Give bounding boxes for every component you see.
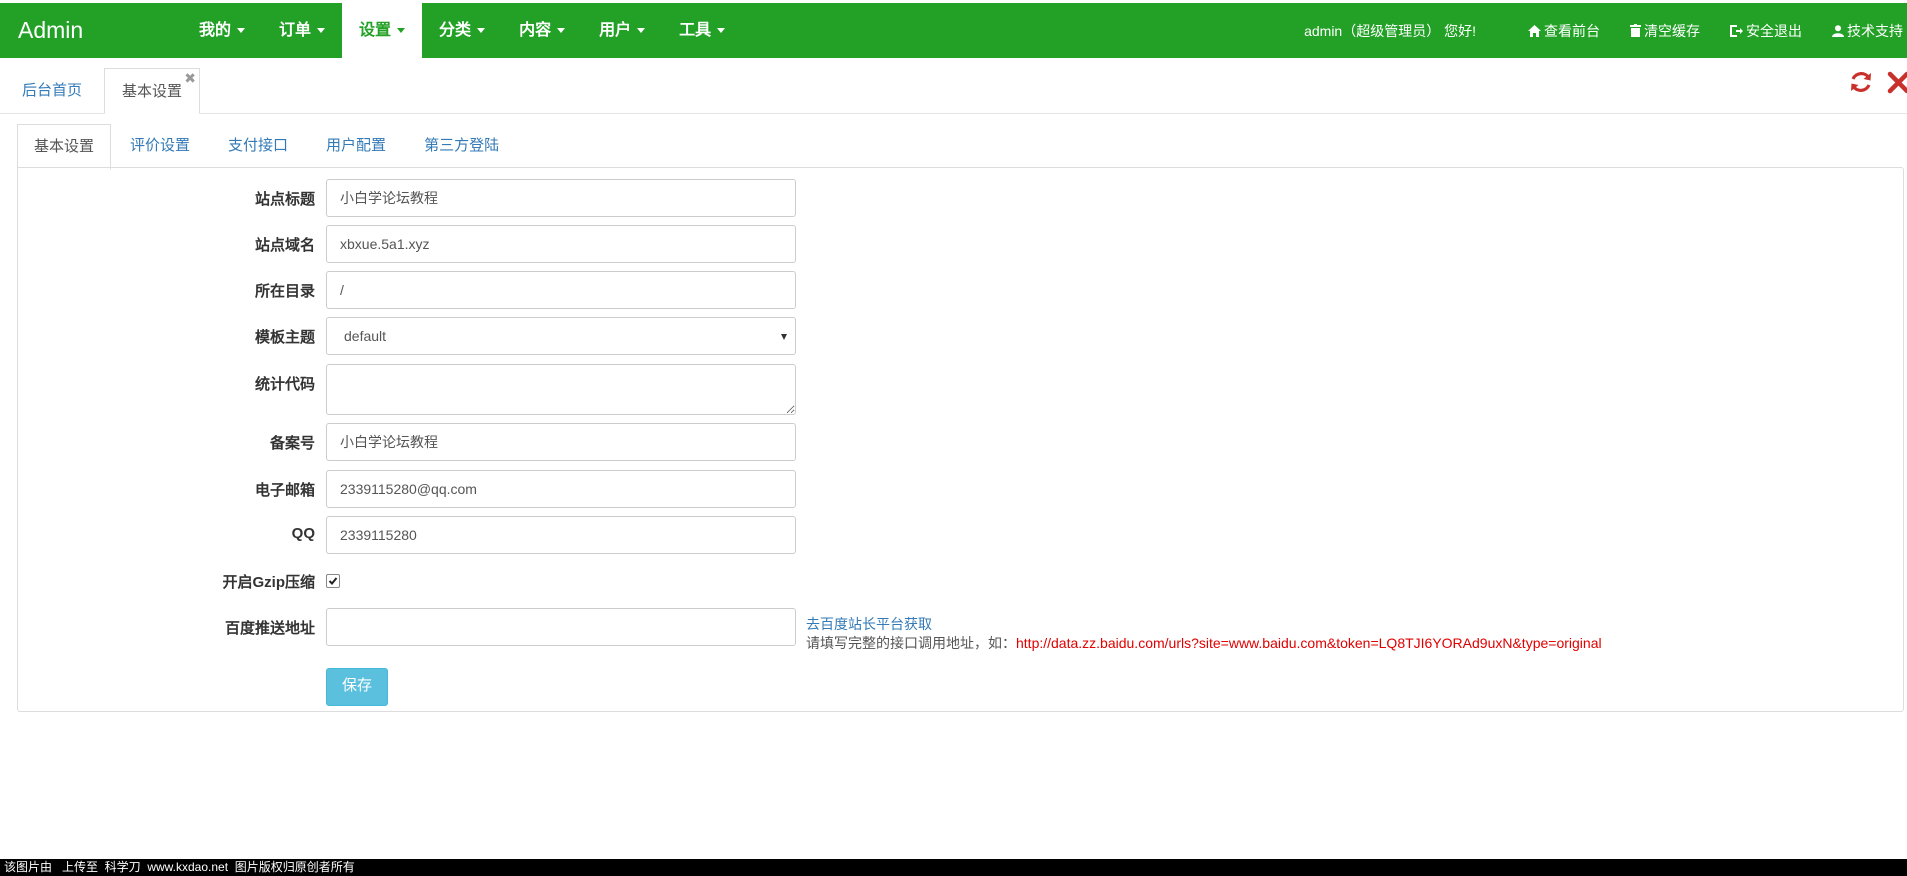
baidu-push-input[interactable] [326, 608, 796, 646]
baidu-push-example-url: http://data.zz.baidu.com/urls?site=www.b… [1016, 635, 1602, 651]
check-icon [328, 577, 338, 585]
baidu-push-help: 请填写完整的接口调用地址，如：http://data.zz.baidu.com/… [806, 635, 1602, 651]
baidu-platform-link[interactable]: 去百度站长平台获取 [806, 614, 932, 634]
home-icon [1528, 24, 1541, 37]
page-tabs-bar: 后台首页 基本设置 ✖ [0, 58, 1907, 114]
menu-settings[interactable]: 设置 [342, 3, 423, 58]
caret-down-icon [237, 28, 246, 34]
tech-support-link[interactable]: 技术支持 [1832, 21, 1903, 41]
icp-label: 备案号 [269, 435, 315, 452]
stats-code-textarea[interactable] [326, 364, 796, 415]
email-label: 电子邮箱 [254, 482, 315, 499]
tab-dashboard-home[interactable]: 后台首页 [22, 68, 82, 113]
page-tools [1835, 70, 1907, 94]
tab-basic-settings[interactable]: 基本设置 ✖ [104, 68, 200, 114]
site-title-label: 站点标题 [254, 191, 315, 208]
tab-payment[interactable]: 支付接口 [209, 124, 307, 168]
user-icon [1832, 24, 1844, 37]
dropdown-arrow-icon [781, 334, 787, 340]
view-frontend-link[interactable]: 查看前台 [1528, 21, 1600, 41]
tab-basic[interactable]: 基本设置 [17, 124, 112, 170]
gzip-label: 开启Gzip压缩 [222, 574, 316, 591]
header-right: admin（超级管理员） 您好! 查看前台 清空缓存 安全退出 技术支持 [1304, 3, 1903, 58]
logout-icon [1730, 24, 1743, 37]
main-menu: 我的 订单 设置 分类 内容 用户 工具 [182, 3, 742, 58]
tab-third-party-login[interactable]: 第三方登陆 [405, 124, 518, 168]
caret-down-icon [557, 28, 566, 34]
caret-down-icon [477, 28, 486, 34]
menu-orders[interactable]: 订单 [262, 3, 342, 58]
directory-label: 所在目录 [254, 283, 315, 300]
save-button[interactable]: 保存 [326, 668, 388, 706]
settings-tabs: 基本设置 评价设置 支付接口 用户配置 第三方登陆 [17, 124, 518, 170]
site-domain-input[interactable]: xbxue.5a1.xyz [326, 225, 796, 263]
menu-categories[interactable]: 分类 [422, 3, 502, 58]
refresh-icon[interactable] [1849, 70, 1873, 94]
stats-code-label: 统计代码 [254, 376, 315, 393]
qq-input[interactable]: 2339115280 [326, 516, 796, 554]
menu-mine[interactable]: 我的 [182, 3, 262, 58]
menu-tools[interactable]: 工具 [662, 3, 742, 58]
theme-selected-value: default [344, 328, 387, 344]
menu-content[interactable]: 内容 [502, 3, 582, 58]
email-input[interactable]: 2339115280@qq.com [326, 470, 796, 508]
site-domain-label: 站点域名 [254, 237, 315, 254]
qq-label: QQ [291, 525, 315, 542]
close-tab-icon[interactable]: ✖ [184, 56, 196, 101]
tab-user-config[interactable]: 用户配置 [307, 124, 405, 168]
caret-down-icon [397, 28, 406, 34]
caret-down-icon [637, 28, 646, 34]
watermark-bar: 该图片由 上传至 科学刀 www.kxdao.net 图片版权归原创者所有 [0, 859, 1907, 876]
top-navbar: Admin 我的 订单 设置 分类 内容 用户 工具 admin（超级管理员） … [0, 3, 1907, 58]
baidu-push-label: 百度推送地址 [224, 620, 315, 637]
trash-icon [1630, 24, 1641, 37]
directory-input[interactable]: / [326, 271, 796, 309]
close-all-icon[interactable] [1887, 70, 1907, 94]
caret-down-icon [317, 28, 326, 34]
tab-review[interactable]: 评价设置 [111, 124, 209, 168]
logout-link[interactable]: 安全退出 [1730, 21, 1802, 41]
site-title-input[interactable]: 小白学论坛教程 [326, 179, 796, 217]
theme-label: 模板主题 [254, 329, 315, 346]
welcome-text: admin（超级管理员） 您好! [1304, 22, 1476, 39]
brand-logo[interactable]: Admin [18, 3, 83, 58]
theme-select[interactable]: default [326, 317, 796, 355]
clear-cache-link[interactable]: 清空缓存 [1630, 21, 1700, 41]
gzip-checkbox[interactable] [326, 574, 340, 588]
menu-users[interactable]: 用户 [582, 3, 662, 58]
icp-input[interactable]: 小白学论坛教程 [326, 423, 796, 461]
caret-down-icon [717, 28, 726, 34]
